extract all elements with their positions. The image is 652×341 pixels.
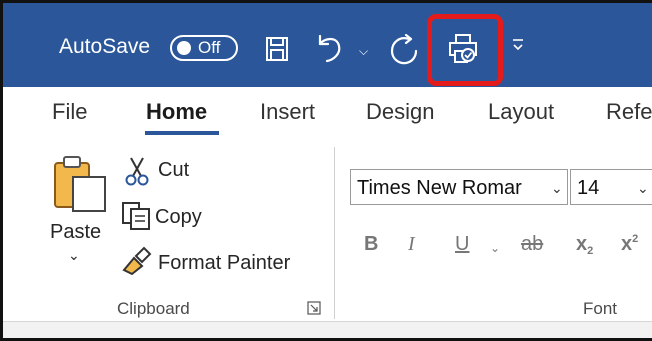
strikethrough-button[interactable]: ab bbox=[521, 233, 543, 256]
subscript-mark: 2 bbox=[587, 245, 594, 257]
active-tab-indicator bbox=[145, 131, 219, 135]
paste-icon[interactable] bbox=[51, 153, 109, 215]
tab-layout[interactable]: Layout bbox=[488, 99, 554, 125]
underline-dropdown-icon[interactable]: ⌄ bbox=[490, 241, 500, 255]
font-name-value: Times New Romar bbox=[357, 177, 522, 199]
customize-qat-icon[interactable] bbox=[511, 37, 525, 53]
save-icon[interactable] bbox=[265, 36, 289, 62]
autosave-label: AutoSave bbox=[59, 35, 151, 58]
clipboard-group-label: Clipboard bbox=[117, 299, 190, 318]
superscript-letter: x bbox=[621, 233, 633, 255]
toggle-knob bbox=[177, 41, 191, 55]
chevron-down-icon: ⌄ bbox=[551, 180, 563, 196]
font-group-label: Font bbox=[583, 299, 618, 318]
cut-button[interactable]: Cut bbox=[158, 159, 189, 182]
ribbon-tabs: File Home Insert Design Layout Refe bbox=[3, 87, 652, 137]
subscript-letter: x bbox=[576, 233, 588, 255]
chevron-down-icon: ⌄ bbox=[637, 180, 649, 196]
tab-design[interactable]: Design bbox=[366, 99, 434, 125]
copy-button[interactable]: Copy bbox=[155, 206, 202, 229]
tab-file[interactable]: File bbox=[52, 99, 87, 125]
undo-icon[interactable] bbox=[315, 34, 349, 64]
copy-icon[interactable] bbox=[121, 201, 153, 231]
superscript-button[interactable]: x2 bbox=[621, 233, 638, 256]
font-size-dropdown[interactable]: 14 ⌄ bbox=[570, 169, 652, 205]
autosave-state: Off bbox=[198, 38, 221, 57]
subscript-button[interactable]: x2 bbox=[576, 233, 593, 257]
group-divider bbox=[334, 147, 335, 319]
autosave-toggle[interactable]: Off bbox=[170, 35, 238, 61]
redo-icon[interactable] bbox=[388, 34, 420, 66]
superscript-mark: 2 bbox=[632, 233, 639, 245]
format-painter-icon[interactable] bbox=[120, 246, 152, 276]
tab-references[interactable]: Refe bbox=[606, 99, 652, 125]
bold-button[interactable]: B bbox=[364, 233, 378, 256]
dialog-launcher-icon[interactable] bbox=[307, 301, 321, 315]
font-name-dropdown[interactable]: Times New Romar ⌄ bbox=[350, 169, 568, 205]
italic-button[interactable]: I bbox=[408, 233, 415, 256]
undo-dropdown-icon[interactable]: ⌵ bbox=[359, 44, 368, 59]
underline-button[interactable]: U bbox=[455, 233, 469, 256]
highlight-box bbox=[427, 14, 503, 86]
word-window: AutoSave Off ⌵ File Home Insert Design L… bbox=[0, 0, 652, 341]
format-painter-button[interactable]: Format Painter bbox=[158, 252, 290, 275]
tab-home[interactable]: Home bbox=[146, 99, 207, 125]
paste-dropdown-icon[interactable]: ⌄ bbox=[68, 247, 80, 264]
scissors-icon[interactable] bbox=[124, 156, 150, 186]
title-bar: AutoSave Off ⌵ bbox=[3, 3, 652, 87]
font-size-value: 14 bbox=[577, 177, 600, 199]
paste-label[interactable]: Paste bbox=[50, 221, 101, 244]
tab-insert[interactable]: Insert bbox=[260, 99, 315, 125]
ribbon-bottom-edge bbox=[3, 321, 652, 338]
